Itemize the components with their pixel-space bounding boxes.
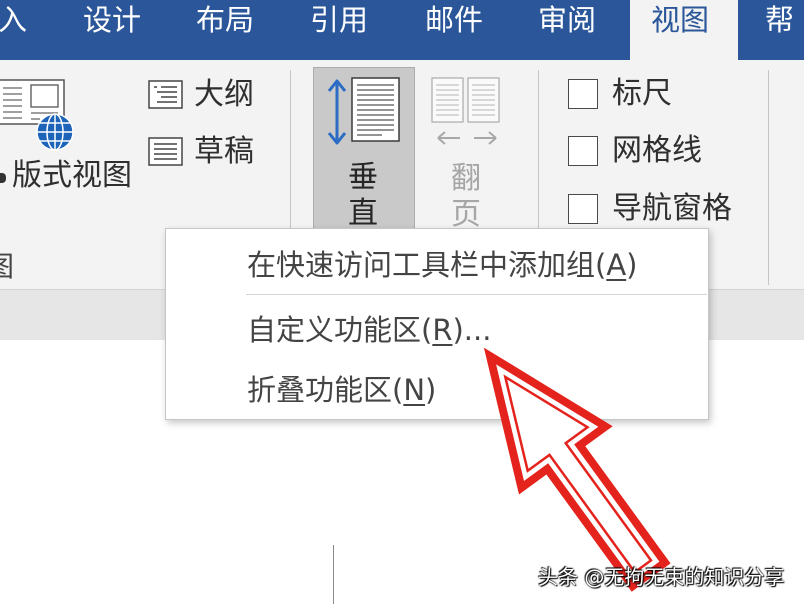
accelerator-key: N: [403, 373, 426, 407]
menu-item-text-end: ): [425, 373, 437, 407]
tab-references[interactable]: 引用: [310, 0, 368, 60]
side-to-side-button[interactable]: 翻页: [428, 67, 506, 242]
tab-mailings[interactable]: 邮件: [425, 0, 483, 60]
web-layout-label: 版式视图: [12, 158, 132, 193]
ribbon-tab-bar: 入 设计 布局 引用 邮件 审阅 视图 帮: [0, 0, 804, 60]
checkbox-square[interactable]: [568, 79, 598, 109]
checkbox-square[interactable]: [568, 136, 598, 166]
tab-insert[interactable]: 入: [0, 0, 27, 60]
group-label-views: 图: [0, 250, 15, 283]
tab-design[interactable]: 设计: [83, 0, 141, 60]
tab-review[interactable]: 审阅: [538, 0, 596, 60]
watermark: 头条 @无拘无束的知识分享: [538, 565, 785, 589]
vertical-page-movement-button[interactable]: 垂直: [313, 67, 415, 242]
menu-item-text: 在快速访问工具栏中添加组(: [247, 248, 607, 282]
gridlines-label: 网格线: [612, 133, 702, 168]
accelerator-key: R: [432, 313, 453, 347]
draft-view-label: 草稿: [194, 134, 254, 169]
group-divider: [768, 70, 769, 285]
menu-item-collapse-ribbon[interactable]: 折叠功能区(N): [166, 361, 708, 419]
ruler-label: 标尺: [612, 76, 672, 111]
page-margin-line: [333, 545, 334, 604]
context-menu: 在快速访问工具栏中添加组(A) 自定义功能区(R)... 折叠功能区(N): [165, 228, 709, 420]
outline-view-button[interactable]: 大纲: [146, 77, 258, 113]
tab-layout[interactable]: 布局: [196, 0, 254, 60]
navigation-pane-label: 导航窗格: [612, 191, 732, 226]
gridlines-checkbox[interactable]: 网格线: [566, 133, 756, 169]
draft-view-icon: [148, 137, 183, 166]
menu-item-text: 自定义功能区(: [247, 313, 433, 347]
outline-view-label: 大纲: [194, 77, 254, 112]
web-layout-icon: [0, 79, 74, 151]
tab-help[interactable]: 帮: [765, 0, 794, 60]
ruler-checkbox[interactable]: 标尺: [566, 76, 756, 112]
draft-view-button[interactable]: 草稿: [146, 134, 258, 170]
vertical-scroll-icon: [327, 77, 400, 145]
web-layout-button[interactable]: 版式视图: [0, 76, 132, 256]
navigation-pane-checkbox[interactable]: 导航窗格: [566, 191, 756, 227]
side-to-side-label: 翻页: [451, 161, 481, 232]
tab-view[interactable]: 视图: [630, 0, 738, 60]
side-to-side-icon: [431, 77, 500, 145]
checkbox-square[interactable]: [568, 194, 598, 224]
menu-item-text-end: )...: [452, 313, 492, 347]
menu-item-customize-ribbon[interactable]: 自定义功能区(R)...: [166, 300, 708, 360]
menu-separator: [246, 294, 707, 295]
menu-item-text-end: ): [626, 248, 638, 282]
label-fragment: [0, 173, 6, 183]
vertical-page-movement-label: 垂直: [348, 160, 378, 231]
accelerator-key: A: [606, 248, 627, 282]
outline-view-icon: [148, 80, 183, 109]
menu-item-add-group-to-quick-access-toolbar[interactable]: 在快速访问工具栏中添加组(A): [166, 235, 708, 295]
menu-item-text: 折叠功能区(: [247, 373, 404, 407]
